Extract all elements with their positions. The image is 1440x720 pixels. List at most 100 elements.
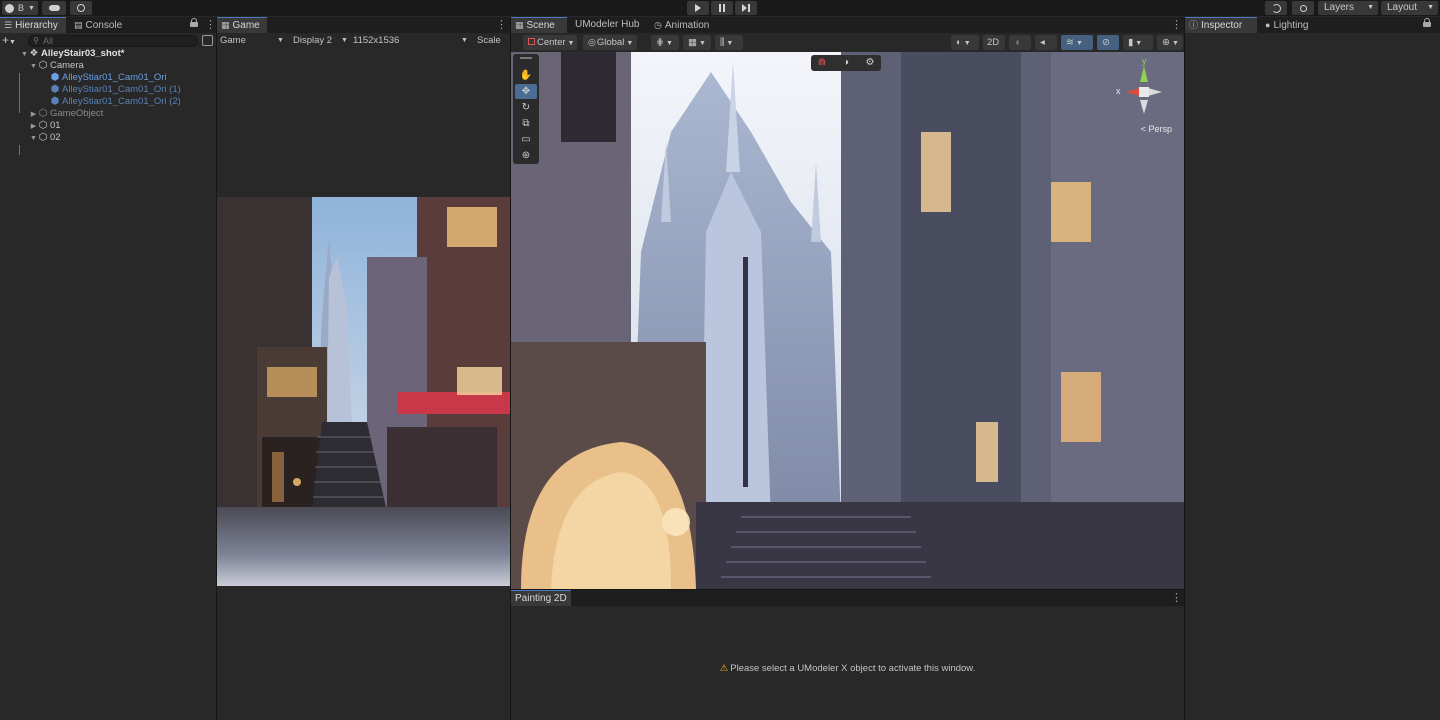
tab-inspector[interactable]: ⓘ Inspector <box>1185 17 1257 33</box>
increment-snap-dropdown[interactable]: ⫼ ▼ <box>715 35 743 50</box>
console-icon: ▤ <box>74 20 83 30</box>
scene-visibility-toggle[interactable]: ⊘ <box>1097 35 1119 50</box>
inspector-tabbar: ⓘ Inspector ● Lighting <box>1185 17 1440 33</box>
tab-hierarchy[interactable]: ☰ Hierarchy <box>0 17 66 33</box>
toggle-2d-button[interactable]: 2D <box>983 35 1005 50</box>
lock-icon[interactable] <box>190 18 198 27</box>
account-dropdown[interactable]: B ▼ <box>2 1 38 15</box>
scene-viewport[interactable]: ✋ ✥ ↻ ⧉ ▭ ⊛ ⋒ ◑ ⚙ y x < Persp <box>511 52 1184 589</box>
tab-game[interactable]: ▦ Game <box>217 17 267 33</box>
gameobject-cube-icon: ⬡ <box>38 60 48 71</box>
scene-tabbar: ▦ Scene UModeler Hub ◷ Animation ⋮ <box>511 17 1184 33</box>
hand-tool-button[interactable]: ✋ <box>515 68 537 83</box>
grid-visibility-dropdown[interactable]: ▦ ▼ <box>683 35 711 50</box>
umodeler-logo-icon[interactable]: ⋒ <box>815 56 829 70</box>
search-button[interactable] <box>1292 1 1314 15</box>
scale-tool-button[interactable]: ⧉ <box>515 116 537 131</box>
tab-lighting[interactable]: ● Lighting <box>1261 17 1331 33</box>
pivot-space-dropdown[interactable]: ◎Global ▼ <box>583 35 637 50</box>
scene-root-label: AlleyStair03_shot* <box>41 48 125 59</box>
layers-label: Layers <box>1324 2 1355 13</box>
transform-tool-button[interactable]: ⊛ <box>515 148 537 163</box>
hierarchy-item-label: AlleyStiar01_Cam01_Ori (1) <box>62 84 181 95</box>
more-options-icon[interactable]: ⋮ <box>1171 17 1182 33</box>
orientation-gizmo[interactable]: y x <box>1116 56 1172 132</box>
gizmos-dropdown[interactable]: ⊕ ▼ <box>1157 35 1183 50</box>
scene-root-item[interactable]: ▼ ❖ AlleyStair03_shot* <box>20 48 124 60</box>
hierarchy-item-cam01-1[interactable]: ⬢ AlleyStiar01_Cam01_Ori (1) <box>41 84 181 96</box>
scene-visibility-icon[interactable] <box>202 35 213 46</box>
game-viewport[interactable] <box>217 197 510 586</box>
hierarchy-item-gameobject[interactable]: ▶ ⬡ GameObject <box>29 108 104 120</box>
tab-animation[interactable]: ◷ Animation <box>650 17 730 33</box>
hierarchy-toolbar: +▼ ⚲ All <box>0 33 216 49</box>
camera-icon: ▮ <box>1128 37 1134 48</box>
undo-history-button[interactable] <box>1265 1 1287 15</box>
hierarchy-item-02[interactable]: ▼ ⬡ 02 <box>29 132 61 144</box>
draw-mode-dropdown[interactable]: ◐ ▼ <box>951 35 979 50</box>
more-options-icon[interactable]: ⋮ <box>1171 590 1182 606</box>
chevron-down-icon: ▼ <box>963 40 971 47</box>
hierarchy-item-label: 01 <box>50 120 61 131</box>
add-object-button[interactable]: +▼ <box>2 33 16 50</box>
audio-toggle[interactable]: ◂ <box>1035 35 1057 50</box>
tab-scene-label: Scene <box>526 20 555 31</box>
step-icon <box>742 4 750 12</box>
layers-dropdown[interactable]: Layers ▼ <box>1318 1 1378 15</box>
tab-console[interactable]: ▤ Console <box>70 17 140 33</box>
camera-settings-dropdown[interactable]: ▮ ▼ <box>1123 35 1153 50</box>
hierarchy-item-camera[interactable]: ▼ ⬡ Camera <box>29 60 84 72</box>
hierarchy-panel: ☰ Hierarchy ▤ Console ⋮ +▼ ⚲ All ▼ ❖ AlleySt… <box>0 17 216 720</box>
paint-sphere-icon[interactable]: ◑ <box>839 56 853 70</box>
projection-toggle[interactable]: < Persp <box>1141 124 1172 134</box>
game-toolbar: Game ▼ Display 2 ▼ 1152x1536 ▼ Scale <box>217 33 510 49</box>
rect-tool-button[interactable]: ▭ <box>515 132 537 147</box>
hierarchy-item-cam01-2[interactable]: ⬢ AlleyStiar01_Cam01_Ori (2) <box>41 96 181 108</box>
lock-icon[interactable] <box>1423 18 1431 27</box>
snap-increment-icon: ⫼ <box>720 37 725 48</box>
effects-dropdown[interactable]: ≋ ▼ <box>1061 35 1093 50</box>
step-button[interactable] <box>735 1 757 15</box>
game-mode-dropdown[interactable]: Game ▼ <box>220 33 286 49</box>
axis-y-label: y <box>1142 56 1147 66</box>
tab-lighting-label: Lighting <box>1273 20 1309 31</box>
prefab-cube-icon: ⬢ <box>50 72 60 83</box>
layout-dropdown[interactable]: Layout ▼ <box>1381 1 1438 15</box>
display-dropdown[interactable]: Display 2 ▼ <box>293 33 349 49</box>
expand-arrow-icon[interactable]: ▼ <box>29 133 38 145</box>
play-button[interactable] <box>687 1 709 15</box>
animation-clock-icon: ◷ <box>654 20 662 30</box>
scale-slider[interactable]: Scale <box>477 33 510 49</box>
selection-indicator <box>19 145 20 155</box>
history-icon <box>1271 3 1281 13</box>
gear-icon[interactable]: ⚙ <box>863 56 877 70</box>
chevron-down-icon: ▼ <box>1427 4 1434 11</box>
pause-button[interactable] <box>711 1 733 15</box>
tab-umodeler-hub[interactable]: UModeler Hub <box>571 17 647 33</box>
game-mode-label: Game <box>220 35 246 46</box>
expand-arrow-icon[interactable]: ▼ <box>20 49 29 61</box>
lighting-toggle[interactable]: ♁ <box>1009 35 1031 50</box>
chevron-down-icon: ▼ <box>626 40 634 47</box>
tab-scene[interactable]: ▦ Scene <box>511 17 567 33</box>
collab-button[interactable] <box>70 1 92 15</box>
drag-handle-icon[interactable] <box>520 57 532 59</box>
expand-arrow-icon[interactable]: ▼ <box>29 61 38 73</box>
gizmo-globe-icon: ⊕ <box>1162 37 1170 48</box>
resolution-dropdown[interactable]: 1152x1536 ▼ <box>353 33 471 49</box>
hierarchy-item-01[interactable]: ▶ ⬡ 01 <box>29 120 61 132</box>
move-tool-button[interactable]: ✥ <box>515 84 537 99</box>
tab-painting-2d[interactable]: Painting 2D <box>511 590 571 606</box>
chevron-down-icon: ▼ <box>277 37 284 44</box>
scale-label: Scale <box>477 35 501 46</box>
tab-console-label: Console <box>85 20 123 31</box>
hierarchy-item-cam01[interactable]: ⬢ AlleyStiar01_Cam01_Ori <box>41 72 167 84</box>
cloud-button[interactable] <box>42 1 66 15</box>
rotate-tool-button[interactable]: ↻ <box>515 100 537 115</box>
more-options-icon[interactable]: ⋮ <box>205 17 216 33</box>
pivot-mode-dropdown[interactable]: Center ▼ <box>523 35 577 50</box>
more-options-icon[interactable]: ⋮ <box>496 17 507 33</box>
toggle-2d-label: 2D <box>987 37 1000 48</box>
grid-snap-dropdown[interactable]: ⋕ ▼ <box>651 35 679 50</box>
hierarchy-search-input[interactable]: ⚲ All <box>28 35 198 47</box>
